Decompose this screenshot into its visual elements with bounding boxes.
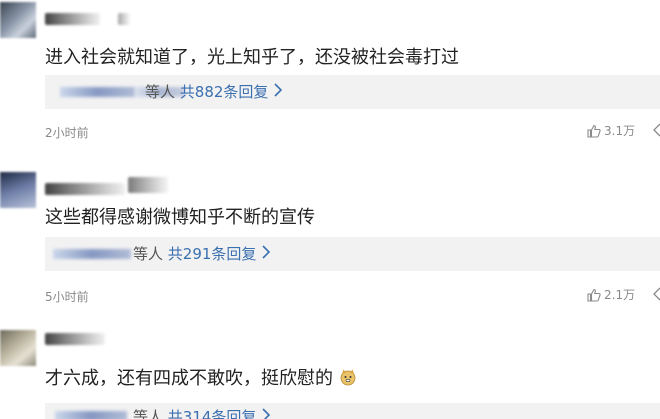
reply-count-link[interactable]: 共314条回复 [168,408,257,419]
comment-item: 这些都得感谢微博知乎不断的宣传 等人 共291条回复 5小时前 2.1万 [0,150,660,304]
like-button[interactable]: 3.1万 [587,122,635,139]
reply-users-blurred [53,249,131,259]
comment-text: 进入社会就知道了，光上知乎了，还没被社会毒打过 [45,47,459,68]
reply-users-suffix: 等人 [145,83,176,101]
chevron-right-icon[interactable] [261,408,271,419]
comment-time: 2小时前 [45,126,89,140]
more-icon[interactable] [652,122,660,138]
like-count: 3.1万 [604,124,636,138]
comment-text: 才六成，还有四成不敢吹，挺欣慰的 [45,364,357,390]
reply-summary-text[interactable]: 等人 共882条回复 [145,81,283,102]
reply-summary[interactable]: 等人 共882条回复 [45,75,660,109]
avatar[interactable] [0,330,36,366]
comment-text: 这些都得感谢微博知乎不断的宣传 [45,207,315,228]
username-blurred[interactable] [45,333,105,345]
comment-text-body: 才六成，还有四成不敢吹，挺欣慰的 [45,368,333,389]
reply-summary-text[interactable]: 等人 共314条回复 [133,406,271,419]
chevron-right-icon[interactable] [261,245,271,259]
reply-users-suffix: 等人 [133,408,164,419]
avatar[interactable] [0,2,36,38]
reply-summary[interactable]: 等人 共314条回复 [45,403,660,419]
username-blurred-extra [128,177,168,193]
username-blurred[interactable] [45,183,125,195]
reply-summary[interactable]: 等人 共291条回复 [45,237,660,271]
username-blurred-extra [118,13,130,25]
thumbs-up-icon [587,124,601,138]
comment-item: 才六成，还有四成不敢吹，挺欣慰的 等人 共314条回复 [0,300,660,419]
reply-users-blurred [55,411,127,419]
reply-users-suffix: 等人 [133,245,164,263]
reply-summary-text[interactable]: 等人 共291条回复 [133,243,271,264]
username-blurred[interactable] [45,13,100,25]
comment-item: 进入社会就知道了，光上知乎了，还没被社会毒打过 等人 共882条回复 2小时前 … [0,0,660,150]
reply-count-link[interactable]: 共291条回复 [168,245,257,263]
reply-count-link[interactable]: 共882条回复 [180,83,269,101]
reply-users-blurred [60,87,135,97]
doge-emoji-icon [339,368,357,386]
chevron-right-icon[interactable] [273,83,283,97]
avatar[interactable] [0,172,36,208]
